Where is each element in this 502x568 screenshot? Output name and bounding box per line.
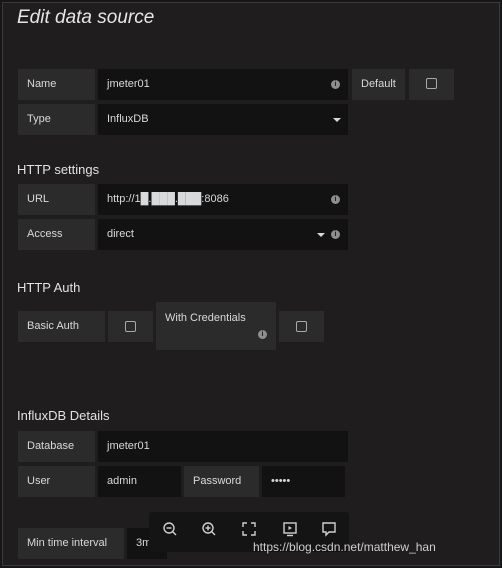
database-label: Database: [18, 431, 95, 462]
info-icon[interactable]: i: [331, 230, 340, 239]
with-credentials-text: With Credentials: [165, 312, 246, 324]
edit-datasource-panel: Edit data source Name jmeter01 i Default…: [2, 2, 500, 566]
user-input[interactable]: admin: [98, 466, 181, 497]
url-input[interactable]: http://1█.███.███:8086 i: [98, 184, 348, 215]
database-input[interactable]: jmeter01: [98, 431, 348, 462]
checkbox-icon: [125, 321, 136, 332]
caret-down-icon: [317, 233, 325, 237]
basic-auth-label: Basic Auth: [18, 311, 105, 342]
checkbox-icon: [426, 78, 437, 89]
default-label: Default: [352, 69, 405, 100]
http-auth-heading: HTTP Auth: [17, 280, 81, 295]
watermark-url: https://blog.csdn.net/matthew_han: [253, 540, 436, 554]
with-credentials-checkbox[interactable]: [279, 311, 324, 342]
zoom-out-icon[interactable]: [158, 521, 182, 543]
default-checkbox[interactable]: [409, 69, 454, 100]
name-label: Name: [18, 69, 95, 100]
http-settings-heading: HTTP settings: [17, 162, 100, 177]
type-select[interactable]: InfluxDB: [98, 104, 348, 135]
checkbox-icon: [296, 321, 307, 332]
url-value: http://1█.███.███:8086: [107, 193, 229, 205]
min-time-interval-label: Min time interval: [18, 528, 124, 559]
caret-down-icon: [333, 118, 341, 122]
with-credentials-label: With Credentials i: [156, 302, 276, 350]
basic-auth-checkbox[interactable]: [108, 311, 153, 342]
access-select[interactable]: direct i: [98, 219, 348, 250]
access-value: direct: [107, 228, 134, 240]
name-input[interactable]: jmeter01 i: [98, 69, 348, 100]
access-label: Access: [18, 219, 95, 250]
page-title: Edit data source: [17, 7, 155, 28]
password-value: •••••: [271, 475, 291, 487]
database-value: jmeter01: [107, 440, 150, 452]
user-value: admin: [107, 475, 137, 487]
info-icon[interactable]: i: [331, 80, 340, 89]
url-label: URL: [18, 184, 95, 215]
password-input[interactable]: •••••: [262, 466, 345, 497]
zoom-in-icon[interactable]: [197, 521, 221, 543]
info-icon[interactable]: i: [331, 195, 340, 204]
password-label: Password: [184, 466, 259, 497]
info-icon[interactable]: i: [258, 330, 267, 339]
name-value: jmeter01: [107, 78, 150, 90]
user-label: User: [18, 466, 95, 497]
type-value: InfluxDB: [107, 113, 149, 125]
influxdb-details-heading: InfluxDB Details: [17, 408, 110, 423]
type-label: Type: [18, 104, 95, 135]
